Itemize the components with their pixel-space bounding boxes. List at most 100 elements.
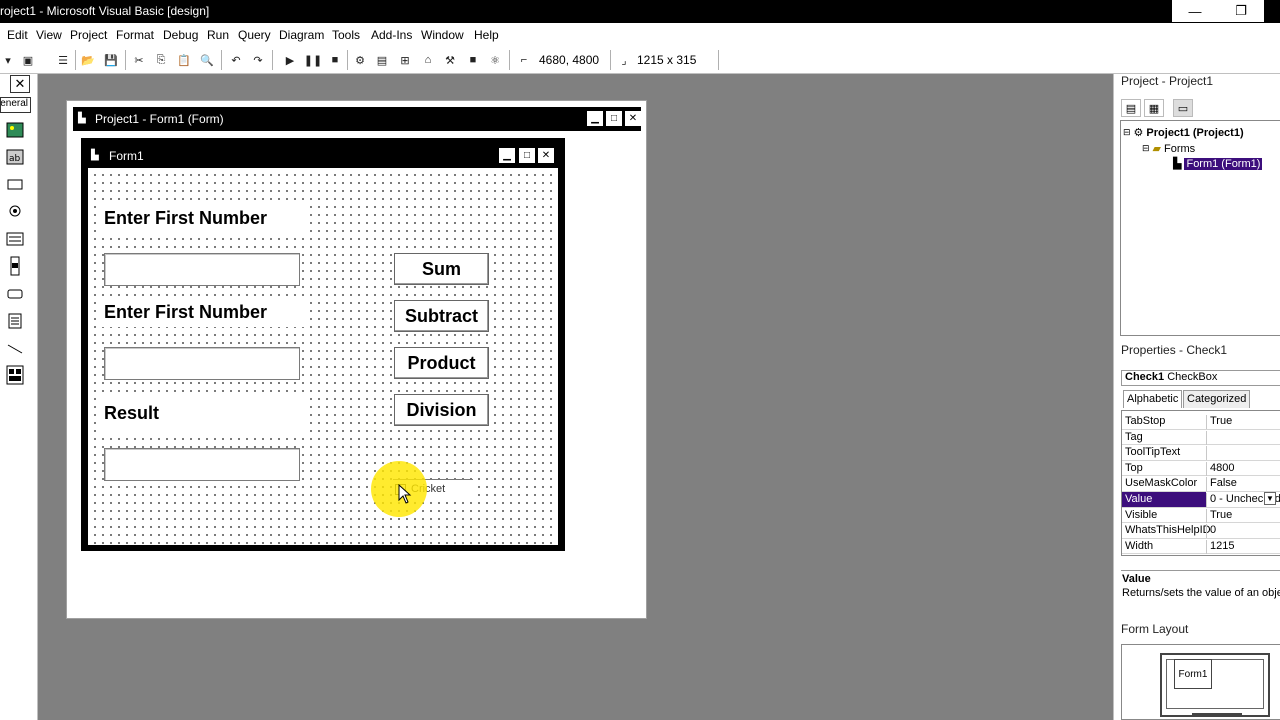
form1-design-surface[interactable]: Enter First Number Enter First Number Re… <box>88 168 558 545</box>
paste-icon[interactable]: 📋 <box>176 52 192 68</box>
prop-row[interactable]: Tag <box>1122 430 1280 446</box>
prop-row[interactable]: WhatsThisHelpID 0 <box>1122 523 1280 539</box>
tree-project-node[interactable]: ⊟ ⚙ Project1 (Project1) <box>1123 126 1244 140</box>
menu-add-ins[interactable]: Add-Ins <box>371 28 412 42</box>
form-layout-view: Form1 <box>1121 644 1280 720</box>
listbox-icon[interactable] <box>5 230 25 248</box>
open-project-icon[interactable]: 📂 <box>80 52 96 68</box>
form-layout-form1[interactable]: Form1 <box>1174 659 1212 689</box>
tab-categorized[interactable]: Categorized <box>1183 390 1251 408</box>
add-form-icon[interactable]: ▣ <box>20 52 36 68</box>
product-button[interactable]: Product <box>394 347 489 379</box>
textbox-second-number[interactable] <box>104 347 300 380</box>
properties-object-selector[interactable]: Check1 CheckBox <box>1121 370 1280 386</box>
toggle-folders-icon[interactable]: ▭ <box>1173 99 1193 117</box>
line-icon[interactable] <box>5 340 25 358</box>
menu-help[interactable]: Help <box>474 28 499 42</box>
app-title-bar: Project1 - Microsoft Visual Basic [desig… <box>0 0 1280 23</box>
prop-row[interactable]: Visible True <box>1122 508 1280 524</box>
view-object-icon[interactable]: ▦ <box>1144 99 1164 117</box>
form1-minimize-button[interactable]: ▁ <box>499 148 515 163</box>
break-icon[interactable]: ❚❚ <box>304 52 322 68</box>
monitor-icon: Form1 <box>1160 653 1270 717</box>
textbox-result[interactable] <box>104 448 300 481</box>
division-button[interactable]: Division <box>394 394 489 426</box>
optionbutton-icon[interactable] <box>5 202 25 220</box>
designer-maximize-button[interactable]: □ <box>606 111 622 126</box>
prop-row[interactable]: UseMaskColor False <box>1122 476 1280 492</box>
properties-window-icon[interactable]: ▤ <box>374 52 390 68</box>
menu-edit[interactable]: Edit <box>7 28 28 42</box>
prop-row[interactable]: TabStop True <box>1122 414 1280 430</box>
menu-format[interactable]: Format <box>116 28 154 42</box>
menu-tools[interactable]: Tools <box>332 28 360 42</box>
vscrollbar-icon[interactable] <box>5 256 25 276</box>
menu-query[interactable]: Query <box>238 28 271 42</box>
property-description: Value Returns/sets the value of an objec… <box>1121 570 1280 612</box>
commandbutton-icon[interactable] <box>5 175 25 193</box>
form1-close-button[interactable]: ✕ <box>538 148 554 163</box>
object-browser-icon[interactable]: ⌂ <box>420 52 436 68</box>
form-designer-icon: ▙ <box>78 113 86 124</box>
app-title: Project1 - Microsoft Visual Basic [desig… <box>0 4 210 18</box>
add-project-icon[interactable]: ▾ <box>0 52 16 68</box>
designer-close-button[interactable]: ✕ <box>625 111 641 126</box>
save-project-icon[interactable]: 💾 <box>103 52 119 68</box>
project-explorer-icon[interactable]: ⚙ <box>352 52 368 68</box>
menu-run[interactable]: Run <box>207 28 229 42</box>
redo-icon[interactable]: ↷ <box>250 52 266 68</box>
ole-icon[interactable] <box>5 365 25 385</box>
label-result[interactable]: Result <box>102 394 305 432</box>
position-readout: 4680, 4800 <box>539 53 600 67</box>
form-designer-title: Project1 - Form1 (Form) <box>95 112 224 126</box>
prop-row[interactable]: Width 1215 <box>1122 539 1280 555</box>
form-designer-titlebar: ▙ Project1 - Form1 (Form) ▁ □ ✕ <box>73 107 641 131</box>
form-layout-icon[interactable]: ⊞ <box>397 52 413 68</box>
frame-icon[interactable] <box>5 285 25 303</box>
end-icon[interactable]: ■ <box>327 52 343 68</box>
undo-icon[interactable]: ↶ <box>228 52 244 68</box>
label-second-number[interactable]: Enter First Number <box>102 297 305 327</box>
collapse-icon[interactable]: ⊟ <box>1123 127 1131 138</box>
menu-debug[interactable]: Debug <box>163 28 198 42</box>
toolbox-tab-general[interactable]: General <box>0 97 31 113</box>
form1-maximize-button[interactable]: □ <box>519 148 535 163</box>
chevron-down-icon[interactable]: ▼ <box>1264 492 1276 505</box>
form-layout-title: Form Layout <box>1121 622 1189 636</box>
collapse-icon[interactable]: ⊟ <box>1142 143 1150 154</box>
textbox-icon[interactable]: ab <box>5 148 25 166</box>
sum-button[interactable]: Sum <box>394 253 489 285</box>
designer-minimize-button[interactable]: ▁ <box>587 111 603 126</box>
copy-icon[interactable]: ⎘ <box>153 52 169 68</box>
subtract-button[interactable]: Subtract <box>394 300 489 332</box>
restore-button[interactable]: ❐ <box>1218 0 1264 22</box>
prop-row[interactable]: Top 4800 <box>1122 461 1280 477</box>
view-code-icon[interactable]: ▤ <box>1121 99 1141 117</box>
menu-editor-icon[interactable]: ☰ <box>55 52 71 68</box>
start-icon[interactable]: ▶ <box>282 52 298 68</box>
prop-row-selected[interactable]: Value 0 - Unchecked ▼ <box>1122 492 1280 508</box>
prop-row[interactable]: ToolTipText <box>1122 445 1280 461</box>
properties-title: Properties - Check1 <box>1121 343 1228 357</box>
data-icon[interactable] <box>5 312 25 330</box>
menu-diagram[interactable]: Diagram <box>279 28 324 42</box>
tab-alphabetic[interactable]: Alphabetic <box>1123 390 1183 408</box>
label-first-number[interactable]: Enter First Number <box>102 203 305 233</box>
component-manager-icon[interactable]: ⚛ <box>487 52 503 68</box>
menu-project[interactable]: Project <box>70 28 107 42</box>
picturebox-icon[interactable] <box>5 121 25 139</box>
textbox-first-number[interactable] <box>104 253 300 286</box>
data-view-icon[interactable]: ■ <box>465 52 481 68</box>
find-icon[interactable]: 🔍 <box>199 52 215 68</box>
size-readout: 1215 x 315 <box>637 53 697 67</box>
tree-forms-folder[interactable]: ⊟ ▰ Forms <box>1142 142 1195 156</box>
minimize-button[interactable]: — <box>1172 0 1218 22</box>
menu-window[interactable]: Window <box>421 28 464 42</box>
toolbox-icon[interactable]: ⚒ <box>442 52 458 68</box>
form1: ▙ Form1 ▁ □ ✕ Enter First Number Enter F… <box>81 138 565 551</box>
mouse-pointer-icon <box>398 484 412 504</box>
menu-view[interactable]: View <box>36 28 62 42</box>
tree-form1-item[interactable]: ▙ Form1 (Form1) <box>1173 157 1263 170</box>
toolbox-close-button[interactable]: ✕ <box>10 75 30 93</box>
cut-icon[interactable]: ✂ <box>131 52 147 68</box>
